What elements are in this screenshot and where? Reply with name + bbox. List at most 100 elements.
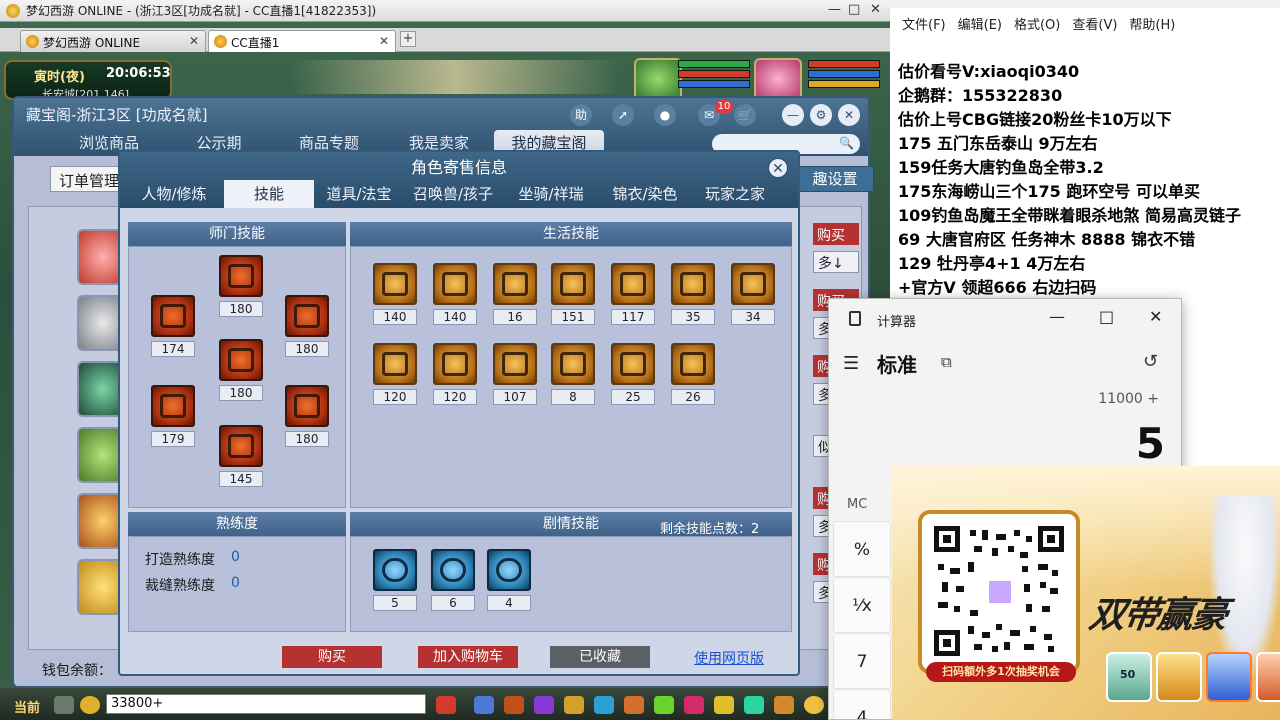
chat-input[interactable]: 33800+	[106, 694, 426, 714]
life-skills-header: 生活技能	[350, 222, 792, 246]
life-skill[interactable]: 151	[551, 263, 595, 325]
life-skill[interactable]: 26	[671, 343, 715, 405]
story-skill[interactable]: 5	[373, 549, 417, 611]
record-icon[interactable]: ●	[654, 104, 676, 126]
activity-icon[interactable]	[684, 696, 704, 714]
tab-pets[interactable]: 召唤兽/孩子	[404, 180, 502, 208]
history-icon[interactable]: ↺	[1143, 351, 1158, 372]
tab-home[interactable]: 玩家之家	[690, 180, 780, 208]
calc-minimize-button[interactable]: —	[1049, 307, 1065, 326]
smile-icon[interactable]	[804, 696, 824, 714]
tab-outfits[interactable]: 锦衣/染色	[600, 180, 690, 208]
dialog-header: 角色寄售信息 ✕ 人物/修炼 技能 道具/法宝 召唤兽/孩子 坐骑/祥瑞 锦衣/…	[120, 152, 798, 208]
tab-close-icon[interactable]: ✕	[189, 34, 199, 48]
shop-icon[interactable]	[624, 696, 644, 714]
search-icon[interactable]: 🔍	[839, 136, 854, 150]
pet-avatar[interactable]	[634, 58, 682, 100]
close-panel-icon[interactable]: ✕	[838, 104, 860, 126]
life-skill[interactable]: 140	[373, 263, 417, 325]
interest-settings-button[interactable]: 趣设置	[796, 166, 874, 192]
life-skill[interactable]: 16	[493, 263, 537, 325]
memory-clear-button[interactable]: MC	[847, 497, 867, 512]
life-skill[interactable]: 35	[671, 263, 715, 325]
story-skill[interactable]: 4	[487, 549, 531, 611]
life-skill[interactable]: 140	[433, 263, 477, 325]
school-skill[interactable]: 180	[219, 255, 263, 317]
quest-icon[interactable]	[564, 696, 584, 714]
hamburger-menu-icon[interactable]: ☰	[843, 353, 859, 374]
row-more-button[interactable]: 多↓	[813, 251, 859, 273]
row-buy-button[interactable]: 购买	[813, 223, 859, 245]
calc-close-button[interactable]: ✕	[1149, 307, 1162, 326]
text-line: 企鹅群：155322830	[898, 86, 1063, 105]
mail-icon[interactable]	[594, 696, 614, 714]
seven-key[interactable]: 7	[833, 633, 891, 689]
story-skill[interactable]: 6	[431, 549, 475, 611]
add-to-cart-button[interactable]: 加入购物车	[418, 646, 518, 668]
school-skill[interactable]: 174	[151, 295, 195, 357]
system-icon[interactable]	[744, 696, 764, 714]
friend-icon[interactable]	[534, 696, 554, 714]
tab-mounts[interactable]: 坐骑/祥瑞	[502, 180, 600, 208]
menu-help[interactable]: 帮助(H)	[1129, 14, 1175, 36]
forging-proficiency-label: 打造熟练度	[145, 552, 215, 568]
reciprocal-key[interactable]: ¹⁄x	[833, 577, 891, 633]
buy-button[interactable]: 购买	[282, 646, 382, 668]
percent-key[interactable]: %	[833, 521, 891, 577]
life-skill[interactable]: 120	[433, 343, 477, 405]
pet-menu-icon[interactable]	[774, 696, 794, 714]
school-skill[interactable]: 180	[285, 295, 329, 357]
school-skill[interactable]: 180	[219, 339, 263, 401]
close-button[interactable]: ✕	[870, 2, 881, 17]
life-skill[interactable]: 34	[731, 263, 775, 325]
emoji-icon[interactable]	[80, 696, 100, 714]
share-icon[interactable]: ➚	[612, 104, 634, 126]
life-skill[interactable]: 117	[611, 263, 655, 325]
player-status-bars	[808, 60, 880, 98]
treasure-panel-title: 藏宝阁-浙江3区 [功成名就]	[26, 106, 208, 124]
web-version-link[interactable]: 使用网页版	[694, 648, 764, 668]
favorited-button[interactable]: 已收藏	[550, 646, 650, 668]
cart-icon[interactable]: 🛒	[734, 104, 756, 126]
life-skill[interactable]: 8	[551, 343, 595, 405]
life-skill[interactable]: 25	[611, 343, 655, 405]
menu-edit[interactable]: 编辑(E)	[958, 14, 1002, 36]
school-skill[interactable]: 179	[151, 385, 195, 447]
dialog-close-icon[interactable]: ✕	[768, 158, 788, 178]
four-key[interactable]: 4	[833, 689, 891, 719]
player-avatar[interactable]	[754, 58, 802, 100]
tab-items[interactable]: 道具/法宝	[314, 180, 404, 208]
minimize-button[interactable]: —	[828, 2, 841, 17]
skill-bar-icon[interactable]	[474, 696, 494, 714]
tab-character[interactable]: 人物/修炼	[124, 180, 224, 208]
tab-game-online[interactable]: 梦幻西游 ONLINE ✕	[20, 30, 206, 52]
game-window: 梦幻西游 ONLINE - (浙江3区[功成名就] - CC直播1[418223…	[0, 0, 890, 720]
minimize-panel-icon[interactable]: —	[782, 104, 804, 126]
gear-icon[interactable]: ⚙	[810, 104, 832, 126]
school-skill[interactable]: 145	[219, 425, 263, 487]
team-icon[interactable]	[436, 696, 456, 714]
order-management-button[interactable]: 订单管理	[50, 166, 124, 192]
scene-banner	[290, 60, 620, 94]
life-skill[interactable]: 107	[493, 343, 537, 405]
notepad-text-area[interactable]: 估价看号V:xiaoqi0340 企鹅群：155322830 估价上号CBG链接…	[898, 60, 1278, 300]
menu-format[interactable]: 格式(O)	[1014, 14, 1060, 36]
menu-file[interactable]: 文件(F)	[902, 14, 946, 36]
calc-maximize-button[interactable]: □	[1099, 307, 1114, 326]
microphone-icon[interactable]	[54, 696, 74, 714]
maximize-button[interactable]: □	[848, 2, 860, 17]
tab-close-icon[interactable]: ✕	[379, 34, 389, 48]
keep-on-top-icon[interactable]: ⧉	[941, 353, 952, 371]
chat-channel-label[interactable]: 当前	[14, 697, 40, 716]
text-line: 估价上号CBG链接20粉丝卡10万以下	[898, 110, 1172, 129]
life-skill[interactable]: 120	[373, 343, 417, 405]
bag-icon[interactable]	[504, 696, 524, 714]
new-tab-button[interactable]: +	[400, 31, 416, 47]
gift-icon[interactable]	[714, 696, 734, 714]
tab-skills[interactable]: 技能	[224, 180, 314, 208]
tab-cc-live[interactable]: CC直播1 ✕	[208, 30, 396, 52]
school-skill[interactable]: 180	[285, 385, 329, 447]
gang-icon[interactable]	[654, 696, 674, 714]
help-button[interactable]: 助	[570, 104, 592, 126]
menu-view[interactable]: 查看(V)	[1072, 14, 1117, 36]
